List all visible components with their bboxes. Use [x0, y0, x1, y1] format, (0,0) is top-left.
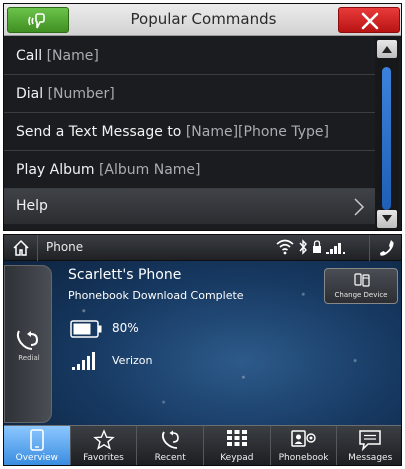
- wifi-icon: [276, 239, 294, 255]
- change-device-label: Change Device: [334, 291, 388, 299]
- messages-icon: [359, 430, 381, 451]
- command-dial[interactable]: Dial [Number]: [4, 75, 375, 113]
- command-play-album[interactable]: Play Album [Album Name]: [4, 151, 375, 189]
- command-call[interactable]: Call [Name]: [4, 37, 375, 75]
- triangle-up-icon: [382, 46, 392, 53]
- tab-recent[interactable]: Recent: [137, 426, 205, 465]
- command-send-text[interactable]: Send a Text Message to [Name][Phone Type…: [4, 113, 375, 151]
- command-param: [Name]: [46, 48, 99, 64]
- command-text: Play Album: [16, 162, 99, 178]
- phonebook-status: Phonebook Download Complete: [68, 289, 244, 302]
- page-title: Phone: [46, 240, 84, 254]
- lock-icon: [313, 240, 321, 253]
- tab-bar: Overview Favorites Recent Keypad Phonebo…: [4, 425, 401, 465]
- tab-messages[interactable]: Messages: [337, 426, 401, 465]
- popular-commands-header: Popular Commands: [4, 4, 401, 36]
- battery-icon: [70, 320, 102, 338]
- star-icon: [92, 429, 115, 450]
- scrollbar[interactable]: [375, 37, 399, 230]
- scroll-thumb[interactable]: [382, 67, 391, 210]
- close-icon: [361, 12, 379, 30]
- tab-keypad[interactable]: Keypad: [204, 426, 271, 465]
- tab-phonebook[interactable]: Phonebook: [271, 426, 338, 465]
- command-param: [Name][Phone Type]: [185, 124, 329, 140]
- tab-favorites[interactable]: Favorites: [71, 426, 138, 465]
- tab-label: Overview: [15, 453, 59, 463]
- tab-overview[interactable]: Overview: [4, 426, 71, 465]
- bluetooth-icon: [299, 239, 307, 255]
- phone-handset-icon: [380, 240, 394, 256]
- phonebook-icon: [290, 430, 316, 447]
- triangle-down-icon: [382, 215, 392, 222]
- call-button[interactable]: [369, 235, 401, 261]
- scroll-up-button[interactable]: [377, 40, 397, 58]
- redial-icon: [16, 330, 39, 350]
- command-help[interactable]: Help: [4, 189, 375, 224]
- tab-label: Favorites: [83, 453, 124, 463]
- device-name: Scarlett's Phone: [68, 267, 182, 283]
- command-param: [Number]: [47, 86, 115, 102]
- popular-commands-panel: Popular Commands Call [Name] Dial [Numbe…: [3, 3, 402, 231]
- redial-label: Redial: [18, 354, 40, 362]
- battery-level: 80%: [112, 321, 139, 335]
- tab-label: Keypad: [220, 453, 254, 463]
- redial-button[interactable]: Redial: [4, 265, 52, 423]
- tab-label: Phonebook: [278, 453, 329, 463]
- tab-label: Messages: [348, 453, 393, 463]
- home-icon: [13, 239, 29, 256]
- command-text: Help: [16, 198, 48, 214]
- signal-bars-icon: [72, 352, 95, 370]
- phone-overview-icon: [30, 429, 44, 451]
- voice-command-button[interactable]: [7, 7, 69, 33]
- home-button[interactable]: [4, 235, 38, 261]
- command-text: Dial: [16, 86, 48, 102]
- signal-strength-icon: [326, 243, 345, 254]
- command-param: [Album Name]: [98, 162, 201, 178]
- command-text: Send a Text Message to: [16, 124, 186, 140]
- carrier-name: Verizon: [112, 354, 153, 367]
- chevron-right-icon: [354, 198, 365, 216]
- command-list: Call [Name] Dial [Number] Send a Text Me…: [4, 37, 375, 224]
- close-button[interactable]: [338, 7, 400, 33]
- recent-calls-icon: [162, 430, 179, 449]
- voice-command-icon: [28, 13, 45, 29]
- change-device-icon: [354, 273, 370, 287]
- tab-label: Recent: [154, 453, 186, 463]
- page-title: Popular Commands: [130, 10, 277, 28]
- command-text: Call: [16, 48, 47, 64]
- scroll-down-button[interactable]: [377, 210, 397, 228]
- phone-panel: Phone Redial Scarlett's Phone Phonebook …: [3, 234, 402, 466]
- change-device-button[interactable]: Change Device: [324, 268, 398, 304]
- keypad-icon: [226, 430, 247, 446]
- status-bar: Phone: [4, 235, 401, 261]
